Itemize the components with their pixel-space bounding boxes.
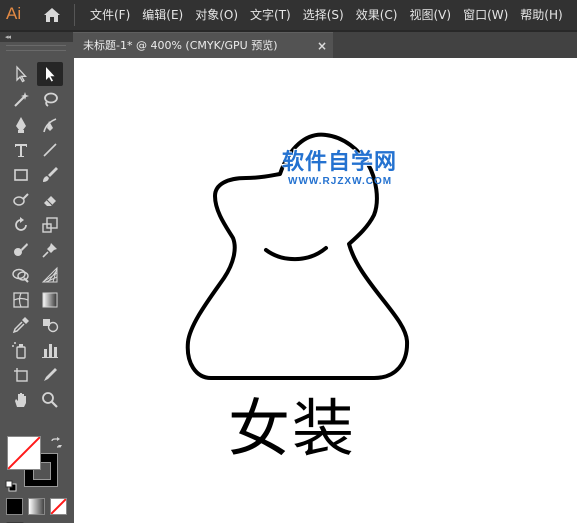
app-logo: Ai bbox=[6, 4, 22, 23]
paintbrush-tool[interactable] bbox=[37, 163, 63, 187]
pushpin-icon bbox=[40, 240, 60, 260]
blend-tool[interactable] bbox=[37, 313, 63, 337]
hand-tool[interactable] bbox=[8, 388, 34, 412]
magic-wand-icon bbox=[11, 90, 31, 110]
hand-icon bbox=[11, 390, 31, 410]
menu-select[interactable]: 选择(S) bbox=[297, 0, 350, 30]
menu-type[interactable]: 文字(T) bbox=[244, 0, 297, 30]
tools-panel: ◂◂ bbox=[0, 32, 73, 523]
curvature-icon bbox=[40, 115, 60, 135]
bar-graph-icon bbox=[40, 340, 60, 360]
direct-selection-icon bbox=[11, 64, 31, 84]
mesh-tool[interactable] bbox=[8, 288, 34, 312]
menu-file[interactable]: 文件(F) bbox=[84, 0, 136, 30]
blend-icon bbox=[40, 315, 60, 335]
lasso-tool[interactable] bbox=[37, 88, 63, 112]
zoom-tool[interactable] bbox=[37, 388, 63, 412]
paintbrush-icon bbox=[40, 165, 60, 185]
menu-items: 文件(F) 编辑(E) 对象(O) 文字(T) 选择(S) 效果(C) 视图(V… bbox=[84, 0, 569, 30]
document-tab-title: 未标题-1* @ 400% (CMYK/GPU 预览) bbox=[83, 39, 278, 52]
menu-window[interactable]: 窗口(W) bbox=[457, 0, 514, 30]
warp-icon bbox=[11, 240, 31, 260]
artboard-canvas[interactable]: 软件自学网 WWW.RJZXW.COM 女装 bbox=[74, 58, 577, 523]
collapse-panel-button[interactable]: ◂◂ bbox=[0, 32, 73, 42]
panel-grip[interactable] bbox=[6, 45, 66, 51]
shape-builder-icon bbox=[11, 265, 31, 285]
line-segment-icon bbox=[40, 140, 60, 160]
menu-view[interactable]: 视图(V) bbox=[403, 0, 457, 30]
shape-builder-tool[interactable] bbox=[8, 263, 34, 287]
swap-fill-stroke-icon[interactable] bbox=[49, 435, 63, 449]
document-tab[interactable]: 未标题-1* @ 400% (CMYK/GPU 预览) × bbox=[73, 32, 333, 58]
curvature-tool[interactable] bbox=[37, 113, 63, 137]
pen-icon bbox=[11, 115, 31, 135]
type-t-icon bbox=[11, 140, 31, 160]
app-window: { "app": { "logo": "Ai" }, "menu": ["文件(… bbox=[0, 0, 577, 523]
artwork-caption: 女装 bbox=[228, 392, 357, 465]
color-mode-row bbox=[6, 498, 67, 515]
type-tool[interactable] bbox=[8, 138, 34, 162]
selection-tool[interactable] bbox=[37, 62, 63, 86]
symbol-sprayer-tool[interactable] bbox=[8, 338, 34, 362]
mesh-icon bbox=[11, 290, 31, 310]
artboard-tool[interactable] bbox=[8, 363, 34, 387]
column-graph-tool[interactable] bbox=[37, 338, 63, 362]
document-tab-bar: 未标题-1* @ 400% (CMYK/GPU 预览) × bbox=[73, 32, 577, 58]
line-tool[interactable] bbox=[37, 138, 63, 162]
perspective-grid-icon bbox=[40, 265, 60, 285]
spray-can-icon bbox=[11, 340, 31, 360]
fill-swatch[interactable] bbox=[7, 436, 41, 470]
close-icon[interactable]: × bbox=[317, 33, 327, 59]
gradient-button[interactable] bbox=[28, 498, 45, 515]
lasso-icon bbox=[40, 90, 60, 110]
slice-tool[interactable] bbox=[37, 363, 63, 387]
eraser-tool[interactable] bbox=[37, 188, 63, 212]
menu-bar: Ai 文件(F) 编辑(E) 对象(O) 文字(T) 选择(S) 效果(C) 视… bbox=[0, 0, 577, 30]
rotate-icon bbox=[11, 215, 31, 235]
menu-edit[interactable]: 编辑(E) bbox=[136, 0, 189, 30]
pen-tool[interactable] bbox=[8, 113, 34, 137]
magic-wand-tool[interactable] bbox=[8, 88, 34, 112]
rectangle-icon bbox=[11, 165, 31, 185]
selection-arrow-icon bbox=[40, 64, 60, 84]
direct-selection-tool[interactable] bbox=[8, 62, 34, 86]
eraser-icon bbox=[40, 190, 60, 210]
watermark-title: 软件自学网 bbox=[282, 150, 398, 175]
eyedropper-icon bbox=[11, 315, 31, 335]
rotate-tool[interactable] bbox=[8, 213, 34, 237]
knife-icon bbox=[40, 365, 60, 385]
puppet-warp-tool[interactable] bbox=[37, 238, 63, 262]
watermark: 软件自学网 WWW.RJZXW.COM bbox=[282, 150, 442, 188]
color-button[interactable] bbox=[6, 498, 23, 515]
shaper-tool[interactable] bbox=[8, 188, 34, 212]
default-colors-icon[interactable] bbox=[5, 477, 17, 492]
watermark-url: WWW.RJZXW.COM bbox=[288, 176, 393, 187]
bag-handle-curve bbox=[264, 246, 328, 262]
menu-effect[interactable]: 效果(C) bbox=[350, 0, 404, 30]
shaper-icon bbox=[11, 190, 31, 210]
scale-tool[interactable] bbox=[37, 213, 63, 237]
artboard-icon bbox=[11, 365, 31, 385]
rectangle-tool[interactable] bbox=[8, 163, 34, 187]
gradient-icon bbox=[40, 290, 60, 310]
menu-object[interactable]: 对象(O) bbox=[189, 0, 244, 30]
menu-help[interactable]: 帮助(H) bbox=[514, 0, 568, 30]
warp-tool[interactable] bbox=[8, 238, 34, 262]
menu-divider bbox=[74, 4, 75, 26]
magnifier-icon bbox=[40, 390, 60, 410]
eyedropper-tool[interactable] bbox=[8, 313, 34, 337]
scale-icon bbox=[40, 215, 60, 235]
home-icon[interactable] bbox=[40, 4, 64, 26]
gradient-tool[interactable] bbox=[37, 288, 63, 312]
none-button[interactable] bbox=[50, 498, 67, 515]
perspective-grid-tool[interactable] bbox=[37, 263, 63, 287]
